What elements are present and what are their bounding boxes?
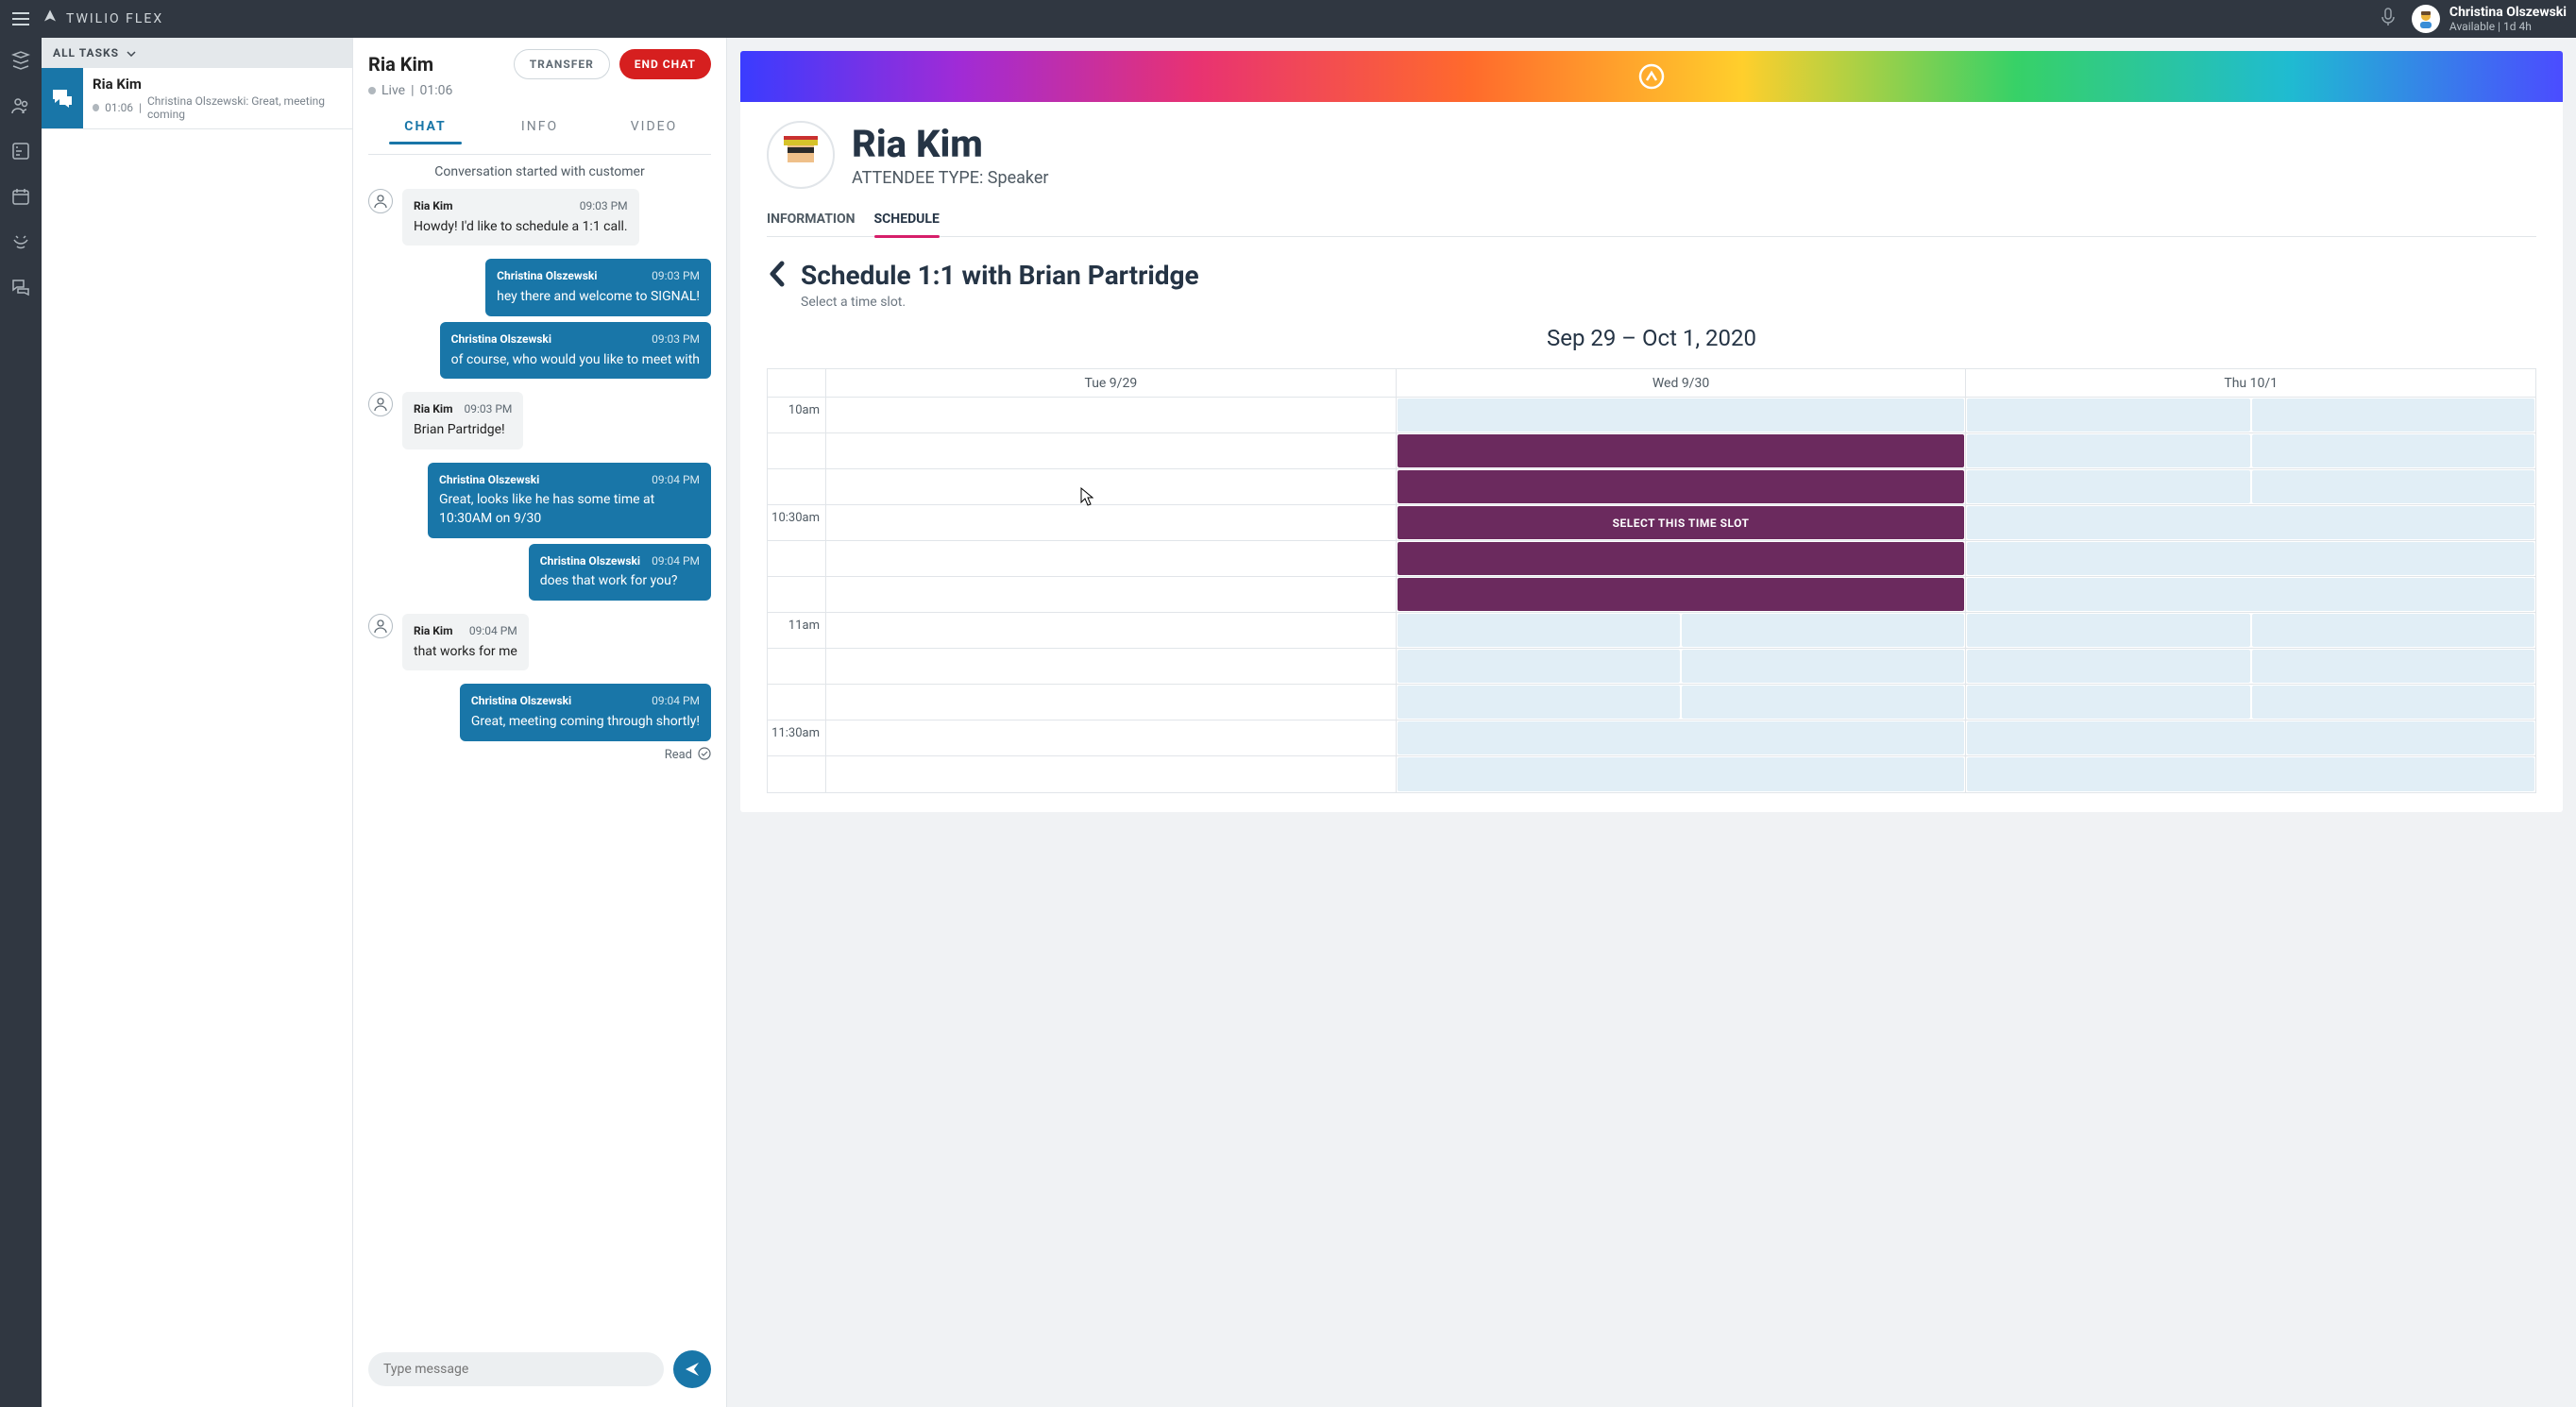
chat-title: Ria Kim: [368, 53, 433, 76]
tab-video[interactable]: VIDEO: [597, 110, 711, 154]
user-icon: [368, 614, 393, 638]
contact-name: Ria Kim: [852, 122, 1049, 166]
tab-chat[interactable]: CHAT: [368, 110, 483, 154]
ctx-tab-information[interactable]: INFORMATION: [767, 206, 856, 236]
back-button[interactable]: [767, 260, 788, 292]
brand: TWILIO FLEX: [42, 8, 163, 29]
time-slot-busy[interactable]: [1398, 434, 1965, 467]
schedule-subtitle: Select a time slot.: [801, 295, 1199, 310]
tasks-column: ALL TASKS Ria Kim 01:06 | Christina Olsz…: [42, 38, 353, 1407]
time-slot[interactable]: [1398, 650, 1965, 683]
time-label: 11:30am: [768, 720, 826, 755]
message-out: Christina Olszewski09:03 PMhey there and…: [368, 259, 711, 379]
nav-dashboard-icon[interactable]: [9, 140, 32, 162]
tasks-filter[interactable]: ALL TASKS: [42, 38, 352, 68]
time-slot[interactable]: [1967, 578, 2534, 611]
chat-duration: 01:06: [419, 83, 452, 98]
attendee-type: ATTENDEE TYPE: Speaker: [852, 168, 1049, 188]
message-out: Christina Olszewski09:04 PMGreat, meetin…: [368, 684, 711, 740]
chevron-down-icon: [119, 46, 136, 59]
chat-column: Ria Kim TRANSFER END CHAT Live | 01:06 C…: [353, 38, 727, 1407]
time-slot[interactable]: [1398, 686, 1965, 719]
day-header: Tue 9/29: [826, 369, 1397, 397]
message-in: Ria Kim09:03 PMHowdy! I'd like to schedu…: [368, 189, 711, 246]
contact-avatar: [767, 121, 835, 189]
composer: [353, 1341, 726, 1407]
brand-icon: [42, 8, 59, 29]
message-in: Ria Kim09:03 PMBrian Partridge!: [368, 392, 711, 449]
time-slot[interactable]: [1967, 542, 2534, 575]
transfer-button[interactable]: TRANSFER: [514, 49, 610, 79]
time-slot[interactable]: [1398, 614, 1965, 647]
time-slot-busy[interactable]: [1398, 542, 1965, 575]
time-slot[interactable]: [1967, 614, 2534, 647]
check-icon: [698, 747, 711, 764]
message-out: Christina Olszewski09:04 PMGreat, looks …: [368, 463, 711, 601]
topbar: TWILIO FLEX Christina Olszewski Availabl…: [0, 0, 2576, 38]
time-slot[interactable]: [1967, 434, 2534, 467]
mic-icon[interactable]: [2380, 8, 2397, 30]
time-slot[interactable]: [1398, 721, 1965, 754]
time-slot[interactable]: [1398, 757, 1965, 791]
time-label: 10am: [768, 398, 826, 432]
time-label: 10:30am: [768, 505, 826, 540]
message-in: Ria Kim09:04 PMthat works for me: [368, 614, 711, 670]
nav-emoji-icon[interactable]: [9, 230, 32, 253]
menu-button[interactable]: [9, 8, 32, 30]
day-header: Wed 9/30: [1397, 369, 1967, 397]
user-icon: [368, 392, 393, 416]
brand-label: TWILIO FLEX: [66, 11, 163, 26]
select-time-slot-button[interactable]: SELECT THIS TIME SLOT: [1398, 506, 1965, 539]
avatar: [2412, 5, 2440, 33]
chat-status: Live: [381, 83, 405, 98]
status-dot: [93, 104, 99, 111]
user-status: Available | 1d 4h: [2449, 20, 2567, 33]
conversation-start: Conversation started with customer: [353, 155, 726, 189]
nav-people-icon[interactable]: [9, 94, 32, 117]
nav-calendar-icon[interactable]: [9, 185, 32, 208]
nav-queues-icon[interactable]: [9, 49, 32, 72]
end-chat-button[interactable]: END CHAT: [619, 49, 711, 79]
time-label: 11am: [768, 613, 826, 648]
schedule-title: Schedule 1:1 with Brian Partridge: [801, 260, 1199, 291]
user-name: Christina Olszewski: [2449, 5, 2567, 20]
time-slot[interactable]: [1967, 686, 2534, 719]
status-dot: [368, 87, 376, 94]
task-preview: Christina Olszewski: Great, meeting comi…: [147, 94, 343, 121]
date-range: Sep 29 – Oct 1, 2020: [767, 325, 2536, 351]
tab-info[interactable]: INFO: [483, 110, 597, 154]
time-slot-busy[interactable]: [1398, 470, 1965, 503]
time-slot-busy[interactable]: [1398, 578, 1965, 611]
time-slot[interactable]: [1967, 757, 2534, 791]
time-slot[interactable]: [1967, 398, 2534, 432]
time-slot[interactable]: [1967, 506, 2534, 539]
tasks-filter-label: ALL TASKS: [53, 46, 119, 59]
calendar-grid: Tue 9/29 Wed 9/30 Thu 10/1 10am: [767, 368, 2536, 793]
task-item[interactable]: Ria Kim 01:06 | Christina Olszewski: Gre…: [42, 68, 352, 129]
context-banner: [740, 51, 2563, 102]
time-slot[interactable]: [1967, 650, 2534, 683]
day-header: Thu 10/1: [1966, 369, 2535, 397]
time-slot[interactable]: [1967, 721, 2534, 754]
nav-rail: [0, 38, 42, 1407]
messages: Ria Kim09:03 PMHowdy! I'd like to schedu…: [353, 189, 726, 1341]
message-input[interactable]: [368, 1352, 664, 1386]
time-slot[interactable]: [1967, 470, 2534, 503]
task-time: 01:06: [105, 101, 133, 114]
read-receipt: Read: [665, 747, 711, 764]
user-chip[interactable]: Christina Olszewski Available | 1d 4h: [2412, 5, 2567, 33]
chat-icon: [42, 68, 83, 128]
time-slot[interactable]: [1398, 398, 1965, 432]
context-panel: Ria Kim ATTENDEE TYPE: Speaker INFORMATI…: [727, 38, 2576, 1407]
task-title: Ria Kim: [93, 76, 343, 93]
nav-chats-icon[interactable]: [9, 276, 32, 298]
ctx-tab-schedule[interactable]: SCHEDULE: [874, 206, 940, 236]
signal-icon: [1636, 61, 1667, 92]
user-icon: [368, 189, 393, 213]
send-button[interactable]: [673, 1350, 711, 1388]
